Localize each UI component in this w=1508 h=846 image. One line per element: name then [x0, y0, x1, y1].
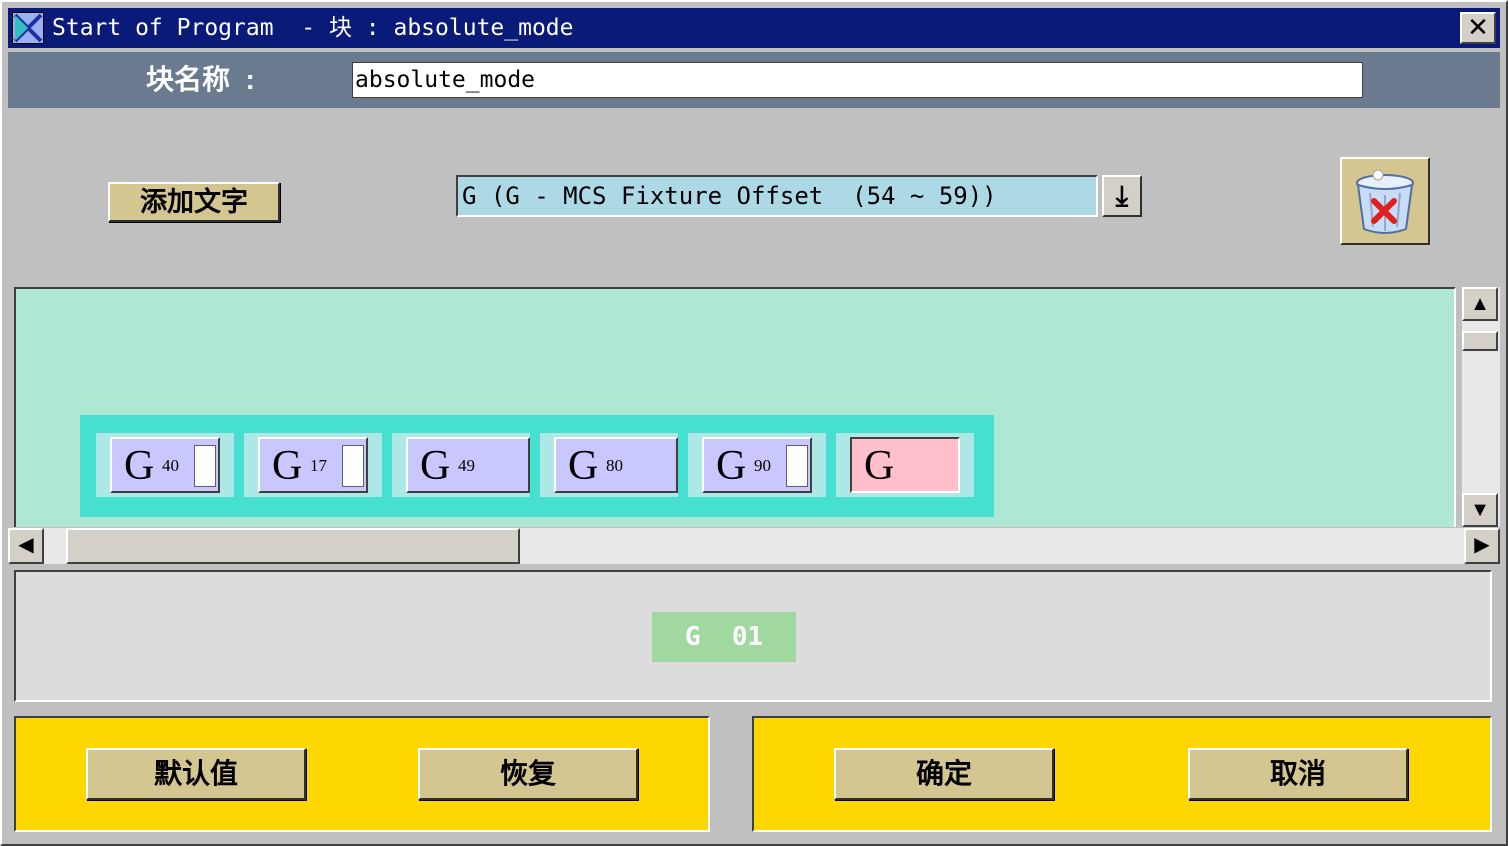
add-text-button[interactable]: 添加文字: [108, 182, 280, 222]
word-letter: G: [420, 443, 451, 489]
window-title: Start of Program - 块 : absolute_mode: [52, 15, 574, 41]
word-cell: G 17: [244, 433, 382, 497]
word-value-box: [194, 445, 216, 487]
word-button-g40[interactable]: G 40: [110, 437, 220, 493]
word-button-g49[interactable]: G 49: [406, 437, 530, 493]
default-button[interactable]: 默认值: [86, 748, 306, 800]
scroll-up-button[interactable]: ▲: [1462, 287, 1498, 321]
app-icon: [12, 12, 44, 44]
ok-button[interactable]: 确定: [834, 748, 1054, 800]
word-cell: G: [836, 433, 974, 497]
scroll-right-button[interactable]: ▶: [1464, 528, 1500, 564]
arrow-down-icon: ▼: [1470, 499, 1490, 521]
trash-delete-icon: [1356, 169, 1414, 234]
block-name-input[interactable]: absolute_mode: [352, 62, 1363, 98]
word-cell: G 49: [392, 433, 530, 497]
delete-word-button[interactable]: [1340, 157, 1430, 245]
word-code: 40: [162, 456, 179, 475]
word-cell: G 80: [540, 433, 678, 497]
word-code: 80: [606, 456, 623, 475]
word-sequence-strip: G 40 G 17 G 49 G 80 G 90 G: [80, 415, 994, 517]
horizontal-scroll-thumb[interactable]: [66, 528, 520, 564]
word-letter: G: [272, 443, 303, 489]
close-button[interactable]: ✕: [1460, 12, 1496, 44]
horizontal-scrollbar[interactable]: ◀ ▶: [8, 528, 1500, 564]
left-button-panel: 默认值 恢复: [14, 716, 710, 832]
cancel-button[interactable]: 取消: [1188, 748, 1408, 800]
word-button-g-selected[interactable]: G: [850, 437, 960, 493]
close-icon: ✕: [1467, 12, 1489, 42]
word-value-box: [786, 445, 808, 487]
vertical-scrollbar[interactable]: ▲ ▼: [1462, 287, 1500, 527]
preview-word-tag[interactable]: G 01: [652, 612, 796, 662]
word-code: 90: [754, 456, 771, 475]
word-letter: G: [716, 443, 747, 489]
word-letter: G: [124, 443, 155, 489]
word-letter: G: [568, 443, 599, 489]
word-cell: G 90: [688, 433, 826, 497]
word-value-box: [342, 445, 364, 487]
arrow-left-icon: ◀: [18, 534, 34, 556]
block-name-label: 块名称 :: [146, 64, 255, 95]
vertical-scroll-thumb[interactable]: [1462, 331, 1498, 351]
word-letter: G: [864, 443, 895, 489]
restore-button[interactable]: 恢复: [418, 748, 638, 800]
dropdown-arrow-button[interactable]: ⤓: [1102, 175, 1142, 217]
arrow-right-icon: ▶: [1474, 534, 1490, 556]
scroll-down-button[interactable]: ▼: [1462, 493, 1498, 527]
word-button-g80[interactable]: G 80: [554, 437, 678, 493]
block-name-row: 块名称 : absolute_mode: [8, 52, 1500, 108]
scroll-left-button[interactable]: ◀: [8, 528, 44, 564]
word-code: 17: [310, 456, 327, 475]
title-bar: Start of Program - 块 : absolute_mode ✕: [8, 8, 1500, 48]
word-select[interactable]: G (G - MCS Fixture Offset (54 ~ 59)): [456, 175, 1098, 217]
block-preview-area: G 01: [14, 570, 1492, 702]
chevron-down-icon: ⤓: [1115, 180, 1129, 211]
arrow-up-icon: ▲: [1470, 293, 1490, 315]
word-button-g90[interactable]: G 90: [702, 437, 812, 493]
right-button-panel: 确定 取消: [752, 716, 1492, 832]
word-code: 49: [458, 456, 475, 475]
word-cell: G 40: [96, 433, 234, 497]
word-button-g17[interactable]: G 17: [258, 437, 368, 493]
